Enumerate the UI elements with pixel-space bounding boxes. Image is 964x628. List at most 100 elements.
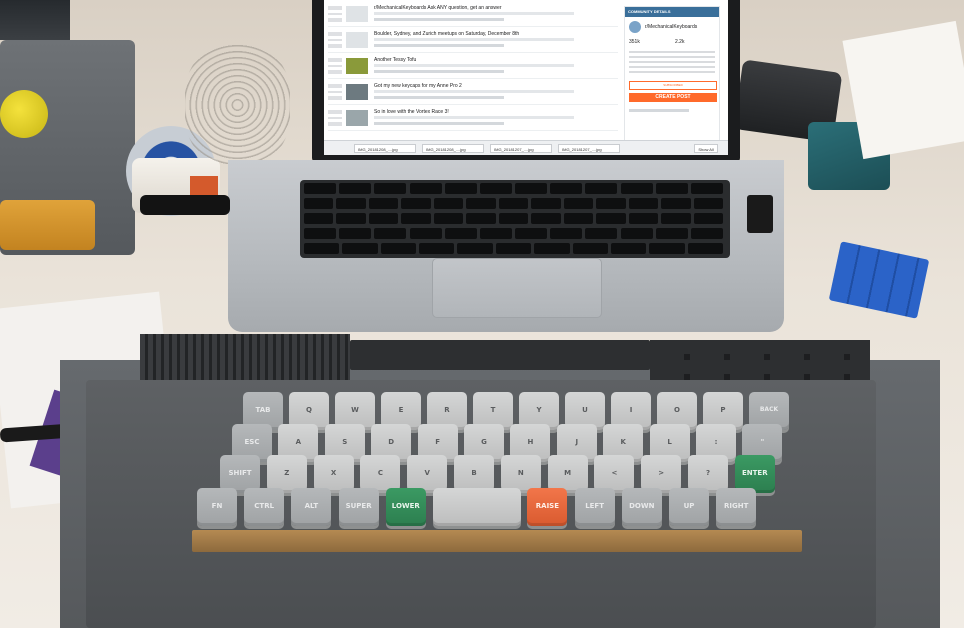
laptop-key[interactable] bbox=[620, 183, 653, 194]
laptop-key[interactable] bbox=[409, 183, 442, 194]
laptop-key[interactable] bbox=[515, 183, 548, 194]
laptop-key[interactable] bbox=[444, 183, 477, 194]
laptop-key[interactable] bbox=[479, 183, 512, 194]
post-title[interactable]: r/MechanicalKeyboards Ask ANY question, … bbox=[374, 5, 501, 11]
laptop-key[interactable] bbox=[466, 198, 496, 209]
vote-arrows-icon[interactable] bbox=[328, 6, 342, 22]
key-alt[interactable]: ALT bbox=[291, 488, 332, 526]
laptop-key[interactable] bbox=[693, 213, 723, 224]
post-title[interactable]: Got my new keycaps for my Anne Pro 2 bbox=[374, 83, 462, 89]
laptop-key[interactable] bbox=[304, 183, 337, 194]
key-right[interactable]: RIGHT bbox=[716, 488, 757, 526]
vote-arrows-icon[interactable] bbox=[328, 58, 342, 74]
laptop-key[interactable] bbox=[304, 213, 334, 224]
laptop-key[interactable] bbox=[409, 228, 442, 239]
key-raise[interactable]: RAISE bbox=[527, 488, 568, 526]
community-name[interactable]: r/MechanicalKeyboards bbox=[645, 24, 697, 30]
laptop-key[interactable] bbox=[585, 183, 618, 194]
laptop-key[interactable] bbox=[596, 213, 626, 224]
post-thumbnail[interactable] bbox=[346, 58, 368, 74]
laptop-key[interactable] bbox=[628, 213, 659, 224]
laptop-key[interactable] bbox=[687, 243, 723, 254]
create-post-button[interactable]: CREATE POST bbox=[629, 93, 717, 102]
download-item[interactable]: IMG_20181208_....jpg bbox=[422, 144, 484, 153]
laptop-key[interactable] bbox=[401, 198, 431, 209]
laptop-key[interactable] bbox=[661, 198, 691, 209]
laptop-key[interactable] bbox=[690, 228, 723, 239]
laptop-key[interactable] bbox=[444, 228, 477, 239]
feed-post[interactable]: Another Tessy Tofu bbox=[328, 56, 618, 79]
laptop-key[interactable] bbox=[610, 243, 647, 254]
laptop-key[interactable] bbox=[466, 213, 496, 224]
key-left[interactable]: LEFT bbox=[574, 488, 615, 526]
post-thumbnail[interactable] bbox=[346, 6, 368, 22]
vote-arrows-icon[interactable] bbox=[328, 84, 342, 100]
laptop-key[interactable] bbox=[534, 243, 570, 254]
key-space[interactable] bbox=[433, 488, 521, 526]
laptop-key[interactable] bbox=[304, 228, 337, 239]
laptop-key[interactable] bbox=[498, 198, 529, 209]
laptop-key[interactable] bbox=[531, 213, 561, 224]
laptop-key[interactable] bbox=[342, 243, 378, 254]
post-actions[interactable] bbox=[374, 44, 504, 47]
post-thumbnail[interactable] bbox=[346, 32, 368, 48]
post-title[interactable]: Boulder, Sydney, and Zurich meetups on S… bbox=[374, 31, 519, 37]
laptop-key[interactable] bbox=[374, 183, 407, 194]
laptop-key[interactable] bbox=[649, 243, 685, 254]
vote-arrows-icon[interactable] bbox=[328, 32, 342, 48]
post-thumbnail[interactable] bbox=[346, 84, 368, 100]
laptop-key[interactable] bbox=[374, 228, 407, 239]
download-item[interactable]: IMG_20181208_....jpg bbox=[354, 144, 416, 153]
show-all-downloads-button[interactable]: Show All bbox=[694, 144, 718, 153]
laptop-key[interactable] bbox=[433, 213, 464, 224]
feed-post[interactable]: r/MechanicalKeyboards Ask ANY question, … bbox=[328, 4, 618, 27]
laptop-key[interactable] bbox=[479, 228, 512, 239]
post-title[interactable]: Another Tessy Tofu bbox=[374, 57, 416, 63]
post-thumbnail[interactable] bbox=[346, 110, 368, 126]
laptop-key[interactable] bbox=[339, 183, 372, 194]
laptop-key[interactable] bbox=[368, 213, 399, 224]
download-item[interactable]: IMG_20181207_....jpg bbox=[490, 144, 552, 153]
post-title[interactable]: So in love with the Vortex Race 3! bbox=[374, 109, 449, 115]
post-actions[interactable] bbox=[374, 96, 504, 99]
key-lower[interactable]: LOWER bbox=[385, 488, 426, 526]
laptop-key[interactable] bbox=[401, 213, 431, 224]
download-item[interactable]: IMG_20181207_....jpg bbox=[558, 144, 620, 153]
laptop-key[interactable] bbox=[628, 198, 659, 209]
laptop-key[interactable] bbox=[585, 228, 618, 239]
laptop-key[interactable] bbox=[336, 198, 366, 209]
laptop-key[interactable] bbox=[563, 213, 594, 224]
vote-arrows-icon[interactable] bbox=[328, 110, 342, 126]
laptop-key[interactable] bbox=[495, 243, 532, 254]
laptop-key[interactable] bbox=[380, 243, 417, 254]
laptop-key[interactable] bbox=[620, 228, 653, 239]
key-up[interactable]: UP bbox=[669, 488, 709, 526]
laptop-key[interactable] bbox=[336, 213, 366, 224]
laptop-key[interactable] bbox=[655, 183, 688, 194]
feed-post[interactable]: So in love with the Vortex Race 3! bbox=[328, 108, 618, 131]
laptop-key[interactable] bbox=[419, 243, 455, 254]
laptop-key[interactable] bbox=[433, 198, 464, 209]
post-actions[interactable] bbox=[374, 122, 504, 125]
laptop-key[interactable] bbox=[572, 243, 608, 254]
key-fn[interactable]: FN bbox=[197, 488, 237, 526]
laptop-key[interactable] bbox=[550, 228, 583, 239]
laptop-key[interactable] bbox=[304, 198, 334, 209]
key-super[interactable]: SUPER bbox=[338, 488, 379, 526]
key-down[interactable]: DOWN bbox=[621, 488, 662, 526]
trackpad[interactable] bbox=[432, 258, 602, 318]
laptop-key[interactable] bbox=[457, 243, 493, 254]
laptop-key[interactable] bbox=[693, 198, 723, 209]
laptop-key[interactable] bbox=[304, 243, 340, 254]
laptop-key[interactable] bbox=[563, 198, 594, 209]
post-actions[interactable] bbox=[374, 18, 504, 21]
laptop-key[interactable] bbox=[596, 198, 626, 209]
post-actions[interactable] bbox=[374, 70, 504, 73]
laptop-key[interactable] bbox=[690, 183, 723, 194]
laptop-key[interactable] bbox=[550, 183, 583, 194]
subscribe-button[interactable]: SUBSCRIBED bbox=[629, 81, 717, 90]
feed-post[interactable]: Boulder, Sydney, and Zurich meetups on S… bbox=[328, 30, 618, 53]
laptop-key[interactable] bbox=[515, 228, 548, 239]
laptop-key[interactable] bbox=[368, 198, 399, 209]
key-ctrl[interactable]: CTRL bbox=[244, 488, 285, 526]
